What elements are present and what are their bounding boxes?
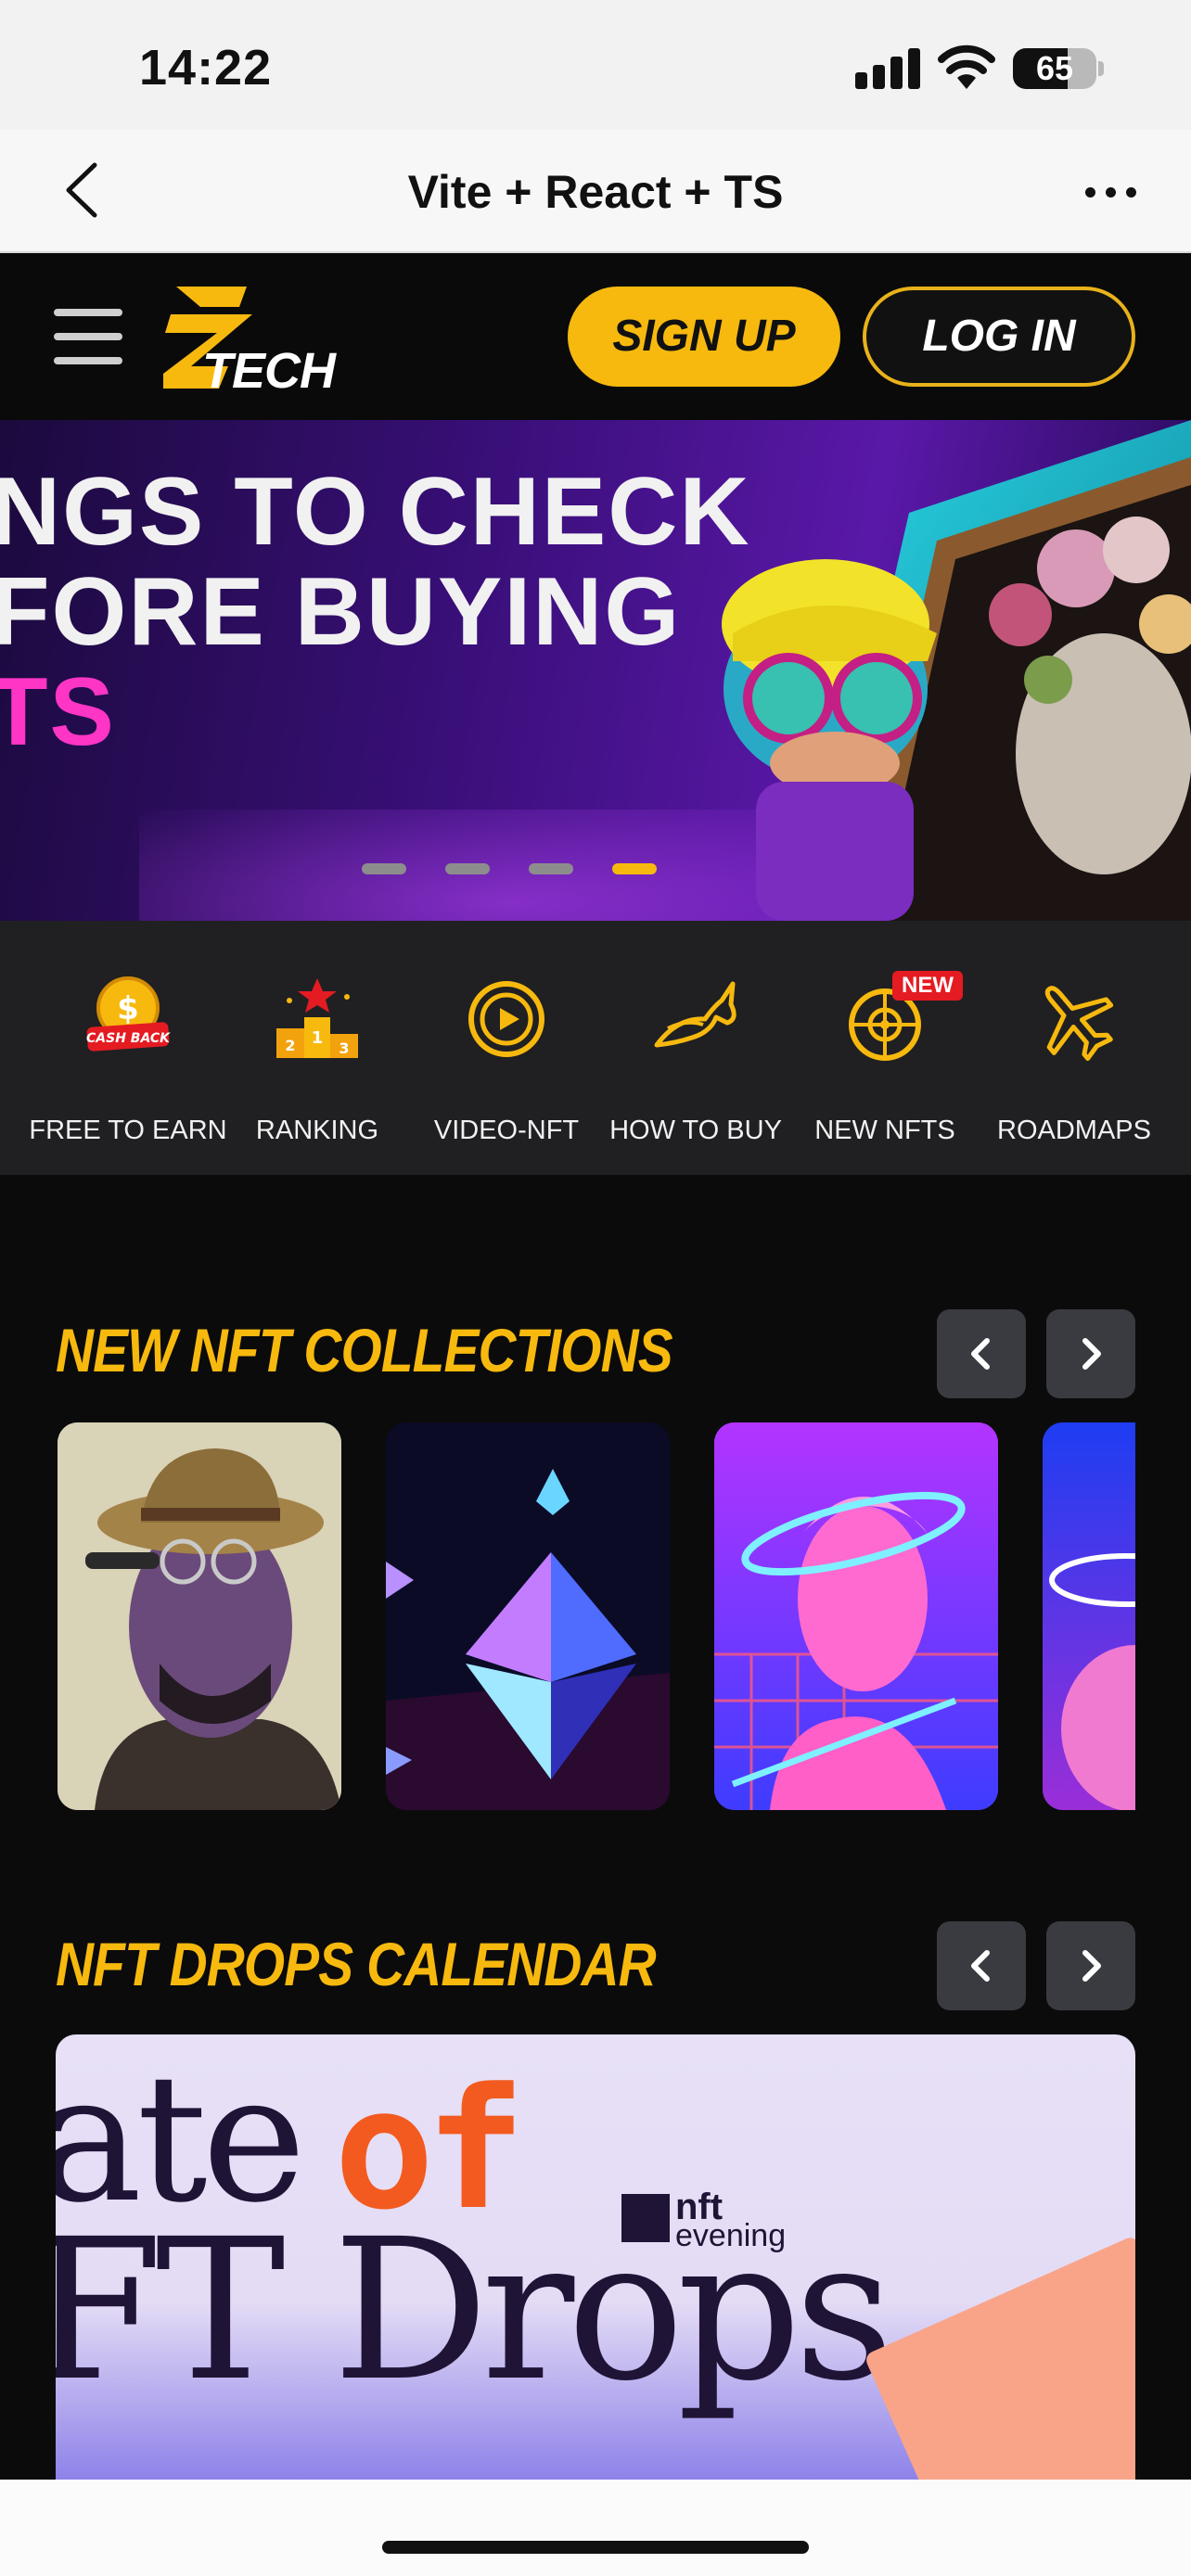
quick-menu-item-how-to-buy[interactable]: HOW TO BUY [601,958,790,1145]
cash-back-coin-icon: $ CASH BACK [86,976,171,1052]
carousel-dot[interactable] [445,863,490,874]
chevron-right-icon [1082,1950,1101,1982]
carousel-dot[interactable] [529,863,573,874]
quick-menu-label: FREE TO EARN [29,1116,227,1145]
quick-menu-label: NEW NFTS [814,1116,955,1145]
quick-menu-label: HOW TO BUY [609,1116,782,1145]
quick-menu-item-free-to-earn[interactable]: $ CASH BACK FREE TO EARN [29,958,227,1145]
cellular-signal-icon [855,46,922,89]
quick-menu-item-new-nfts[interactable]: NEW NEW NFTS [790,958,980,1145]
new-nft-collections-title: NEW NFT COLLECTIONS [56,1316,673,1384]
nft-card-image [58,1422,341,1810]
quick-menu: $ CASH BACK FREE TO EARN 1 2 3 RANKING V… [0,921,1191,1175]
banner-headline-line-1: NGS TO CHECK [0,458,751,566]
banner-headline-line-3: TS [0,658,116,766]
svg-text:2: 2 [285,1037,295,1054]
carousel-dot[interactable] [362,863,406,874]
carousel-dots [362,863,659,878]
airplane-icon [1044,986,1114,1061]
hamburger-menu-icon[interactable] [54,309,122,364]
battery-level: 65 [1035,49,1074,87]
collections-prev-button[interactable] [937,1309,1026,1398]
logo-text: TECH [202,343,336,399]
collections-next-button[interactable] [1046,1309,1135,1398]
horse-icon [654,981,736,1048]
quick-menu-item-video-nft[interactable]: VIDEO-NFT [412,958,601,1145]
app-header: TECH SIGN UP LOG IN [0,253,1191,420]
nft-card-image [714,1422,998,1810]
home-indicator[interactable] [382,2541,809,2554]
svg-text:3: 3 [339,1039,349,1057]
nft-collection-card[interactable] [714,1422,998,1810]
sign-up-button[interactable]: SIGN UP [568,287,840,387]
quick-menu-item-roadmaps[interactable]: ROADMAPS [980,958,1169,1145]
home-bar [0,2480,1191,2576]
nft-drops-calendar-title: NFT DROPS CALENDAR [56,1930,657,1998]
svg-text:1: 1 [312,1028,324,1048]
log-in-button[interactable]: LOG IN [863,287,1135,387]
chevron-right-icon [1082,1338,1101,1370]
ticket-graphic [863,2235,1135,2480]
drops-prev-button[interactable] [937,1921,1026,2010]
quick-menu-label: ROADMAPS [997,1116,1151,1145]
drops-next-button[interactable] [1046,1921,1135,2010]
nft-card-image [386,1422,670,1810]
more-options-icon[interactable] [1085,185,1141,200]
play-circle-icon [468,981,544,1057]
battery-icon: 65 [1013,48,1096,89]
status-bar: 14:22 65 [0,0,1191,130]
podium-star-icon: 1 2 3 [276,978,358,1058]
nft-drops-calendar-card[interactable]: ate of FT Drops nft evening [56,2034,1135,2480]
quick-menu-item-ranking[interactable]: 1 2 3 RANKING [223,958,412,1145]
chevron-left-icon [971,1950,990,1982]
banner-artwork-image [722,420,1191,921]
page-title: Vite + React + TS [407,166,784,218]
brand-bottom-text: evening [675,2218,787,2253]
carousel-dot[interactable] [612,863,657,874]
battery-cap [1098,61,1104,76]
quick-menu-label: VIDEO-NFT [433,1116,580,1145]
browser-nav-bar: Vite + React + TS [0,130,1191,253]
nft-collection-card[interactable] [386,1422,670,1810]
svg-text:CASH BACK: CASH BACK [86,1031,171,1046]
wifi-icon [938,45,995,89]
nft-evening-brand: nft evening [621,2187,835,2253]
nft-card-image [1043,1422,1135,1810]
banner-headline-line-2: FORE BUYING [0,558,682,666]
nft-collection-card[interactable] [1043,1422,1135,1810]
status-time: 14:22 [139,40,273,96]
svg-text:$: $ [117,990,139,1027]
hero-banner[interactable]: NGS TO CHECK FORE BUYING TS [0,420,1191,921]
nft-collection-card[interactable] [58,1422,341,1810]
new-badge: NEW [892,971,963,1001]
quick-menu-label: RANKING [255,1116,379,1145]
nft-evening-logo-mark [621,2194,670,2242]
chevron-left-icon [971,1338,990,1370]
